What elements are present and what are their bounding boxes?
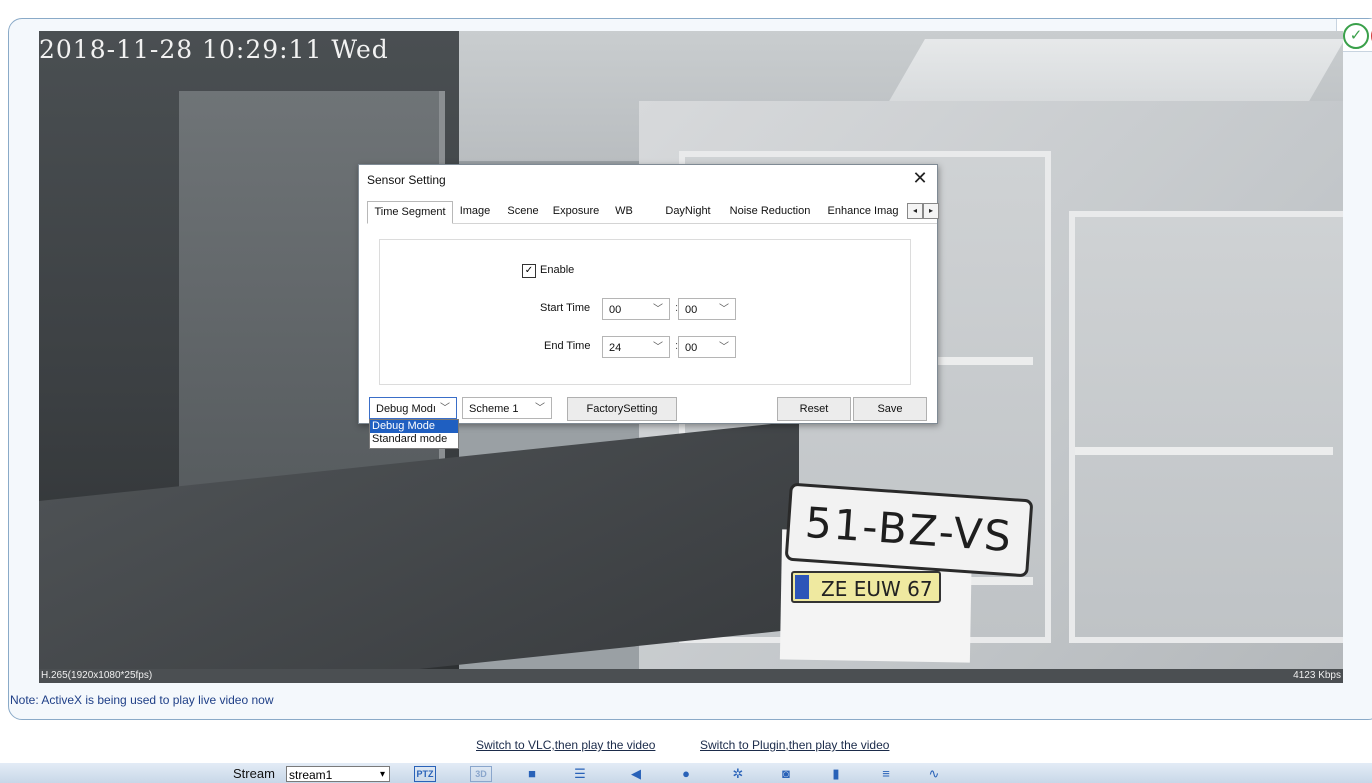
mode-select-value: Debug Modı — [376, 403, 436, 415]
license-plate-small-text: ZE EUW 67 — [821, 577, 933, 601]
time-segment-panel: ✓ Enable Start Time 00 ﹀ : 00 ﹀ End Time… — [379, 239, 911, 385]
bottom-toolbar: Stream stream1 ▾ PTZ 3D ■ ☰ ◀ ● ✲ ◙ ▮ ≡ … — [0, 763, 1372, 783]
dialog-title: Sensor Setting — [367, 173, 446, 187]
stream-label: Stream — [233, 766, 275, 781]
bitrate-info: 4123 Kbps — [1293, 670, 1341, 681]
video-timestamp: 2018-11-28 10:29:11 Wed — [39, 35, 389, 64]
chevron-down-icon: ﹀ — [535, 403, 545, 414]
tab-scroll-right-icon[interactable]: ▸ — [923, 203, 939, 219]
stop-icon[interactable]: ■ — [522, 766, 542, 782]
chevron-down-icon: ﹀ — [440, 403, 450, 414]
chevron-down-icon: ﹀ — [653, 304, 663, 315]
switch-plugin-link[interactable]: Switch to Plugin,then play the video — [700, 738, 889, 752]
tab-scroll-left-icon[interactable]: ◂ — [907, 203, 923, 219]
ptz-button[interactable]: PTZ — [414, 766, 436, 782]
scene-shelf — [1069, 211, 1343, 643]
enable-checkbox[interactable]: ✓ — [522, 264, 536, 278]
stream-select[interactable]: stream1 ▾ — [286, 766, 390, 782]
eu-flag-icon — [795, 575, 809, 599]
switch-vlc-link[interactable]: Switch to VLC,then play the video — [476, 738, 655, 752]
shelf-board — [1075, 447, 1333, 455]
end-minute-select[interactable]: 00 ﹀ — [678, 336, 736, 358]
player-switch-links: Switch to VLC,then play the video Switch… — [0, 736, 1372, 756]
tab-exposure[interactable]: Exposure — [547, 201, 605, 222]
activex-note: Note: ActiveX is being used to play live… — [10, 693, 274, 707]
scheme-select[interactable]: Scheme 1 ﹀ — [462, 397, 552, 419]
codec-info: H.265(1920x1080*25fps) — [41, 670, 153, 681]
tab-bar: Time Segment Image Scene Exposure WB Day… — [367, 201, 939, 224]
list-icon[interactable]: ≡ — [876, 766, 896, 782]
mode-option-debug[interactable]: Debug Mode — [370, 420, 458, 433]
video-status-bar: H.265(1920x1080*25fps) 4123 Kbps — [39, 669, 1343, 683]
record-list-icon[interactable]: ☰ — [570, 766, 590, 782]
start-minute-select[interactable]: 00 ﹀ — [678, 298, 736, 320]
tab-noise-reduction[interactable]: Noise Reduction — [723, 201, 817, 222]
license-plate-small: ZE EUW 67 — [791, 571, 941, 603]
start-hour-select[interactable]: 00 ﹀ — [602, 298, 670, 320]
tab-image[interactable]: Image — [455, 201, 495, 222]
stream-select-value: stream1 — [289, 768, 333, 782]
end-minute-value: 00 — [685, 342, 698, 354]
settings-icon[interactable]: ✲ — [728, 766, 748, 782]
tab-wb[interactable]: WB — [609, 201, 639, 222]
mode-option-standard[interactable]: Standard mode — [370, 433, 458, 446]
start-minute-value: 00 — [685, 304, 698, 316]
start-hour-value: 00 — [609, 304, 622, 316]
chevron-down-icon: ﹀ — [653, 342, 663, 353]
video-record-icon[interactable]: ▮ — [826, 766, 846, 782]
close-icon[interactable]: ✕ — [911, 168, 929, 188]
end-time-label: End Time — [544, 340, 591, 352]
waveform-icon[interactable]: ∿ — [924, 766, 944, 782]
3d-button[interactable]: 3D — [470, 766, 492, 782]
end-hour-value: 24 — [609, 342, 622, 354]
mode-dropdown-list: Debug Mode Standard mode — [369, 419, 459, 449]
scheme-select-value: Scheme 1 — [469, 403, 519, 415]
snapshot-icon[interactable]: ◙ — [776, 766, 796, 782]
speaker-icon[interactable]: ◀ — [626, 766, 646, 782]
reset-button[interactable]: Reset — [777, 397, 851, 421]
tab-daynight[interactable]: DayNight — [657, 201, 719, 222]
start-time-label: Start Time — [540, 302, 591, 314]
save-button[interactable]: Save — [853, 397, 927, 421]
sensor-setting-dialog: Sensor Setting ✕ Time Segment Image Scen… — [358, 164, 939, 424]
tab-scene[interactable]: Scene — [503, 201, 543, 222]
microphone-icon[interactable]: ● — [676, 766, 696, 782]
mode-select[interactable]: Debug Modı ﹀ — [369, 397, 457, 419]
chevron-down-icon: ﹀ — [719, 342, 729, 353]
confirm-icon[interactable]: ✓ — [1343, 23, 1369, 49]
end-hour-select[interactable]: 24 ﹀ — [602, 336, 670, 358]
chevron-down-icon: ﹀ — [719, 304, 729, 315]
enable-label: Enable — [540, 264, 575, 276]
tab-time-segment[interactable]: Time Segment — [367, 201, 453, 224]
tab-enhance-image[interactable]: Enhance Imag — [821, 201, 905, 222]
factory-setting-button[interactable]: FactorySetting — [567, 397, 677, 421]
chevron-down-icon: ▾ — [379, 769, 385, 780]
